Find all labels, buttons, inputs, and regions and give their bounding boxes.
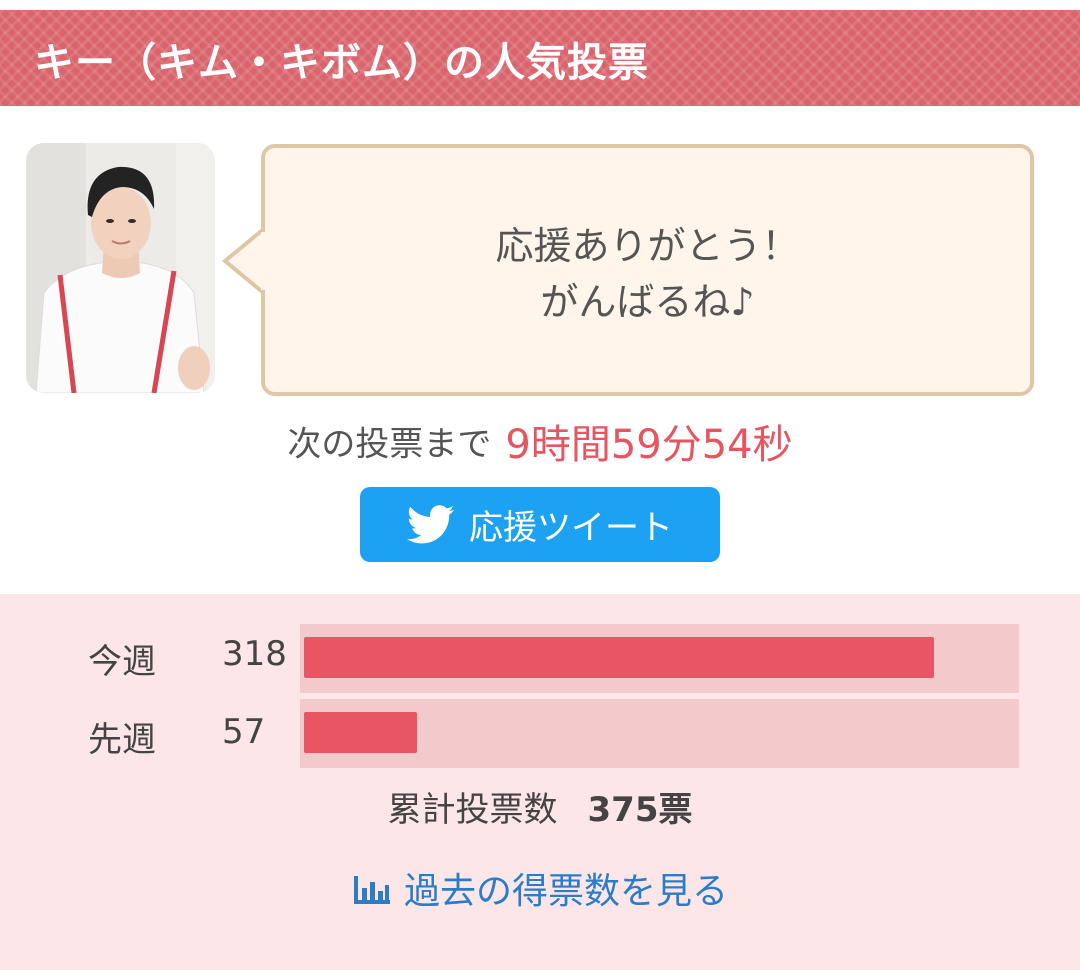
total-votes-label: 累計投票数 [387, 790, 558, 830]
this-week-label: 今週 [88, 642, 156, 682]
total-votes: 累計投票数 375票 [0, 782, 1080, 831]
countdown-label: 次の投票まで [287, 424, 492, 465]
support-tweet-button[interactable]: 応援ツイート [360, 487, 720, 562]
message-line-1: 応援ありがとう！ [495, 224, 800, 268]
page-title: キー（キム・キボム）の人気投票 [34, 40, 649, 86]
vote-history-link[interactable]: 過去の得票数を見る [0, 862, 1080, 914]
last-week-bar [304, 712, 417, 753]
bar-chart-icon [353, 876, 390, 904]
this-week-bar [304, 637, 934, 678]
vote-history-label: 過去の得票数を見る [403, 871, 728, 912]
message-bubble: 応援ありがとう！ がんばるね♪ [261, 144, 1034, 396]
avatar [26, 143, 215, 393]
last-week-bar-track [300, 699, 1019, 768]
avatar-photo [26, 143, 215, 393]
twitter-bird-icon [407, 504, 455, 543]
bubble-tail-joint [261, 232, 269, 290]
vote-stats-panel: 今週 318 先週 57 累計投票数 375票 過去の得票数を見る [0, 594, 1080, 970]
next-vote-countdown: 次の投票まで 9時間59分54秒 [0, 412, 1080, 470]
last-week-count: 57 [222, 712, 266, 752]
support-tweet-label: 応援ツイート [469, 508, 673, 548]
message-line-2: がんばるね♪ [540, 280, 755, 324]
countdown-time: 9時間59分54秒 [505, 422, 793, 468]
page-header: キー（キム・キボム）の人気投票 [0, 10, 1080, 106]
total-votes-value: 375票 [587, 790, 693, 830]
last-week-label: 先週 [88, 720, 156, 760]
this-week-count: 318 [222, 634, 287, 674]
message-text: 応援ありがとう！ がんばるね♪ [265, 218, 1030, 330]
this-week-bar-track [300, 624, 1019, 693]
